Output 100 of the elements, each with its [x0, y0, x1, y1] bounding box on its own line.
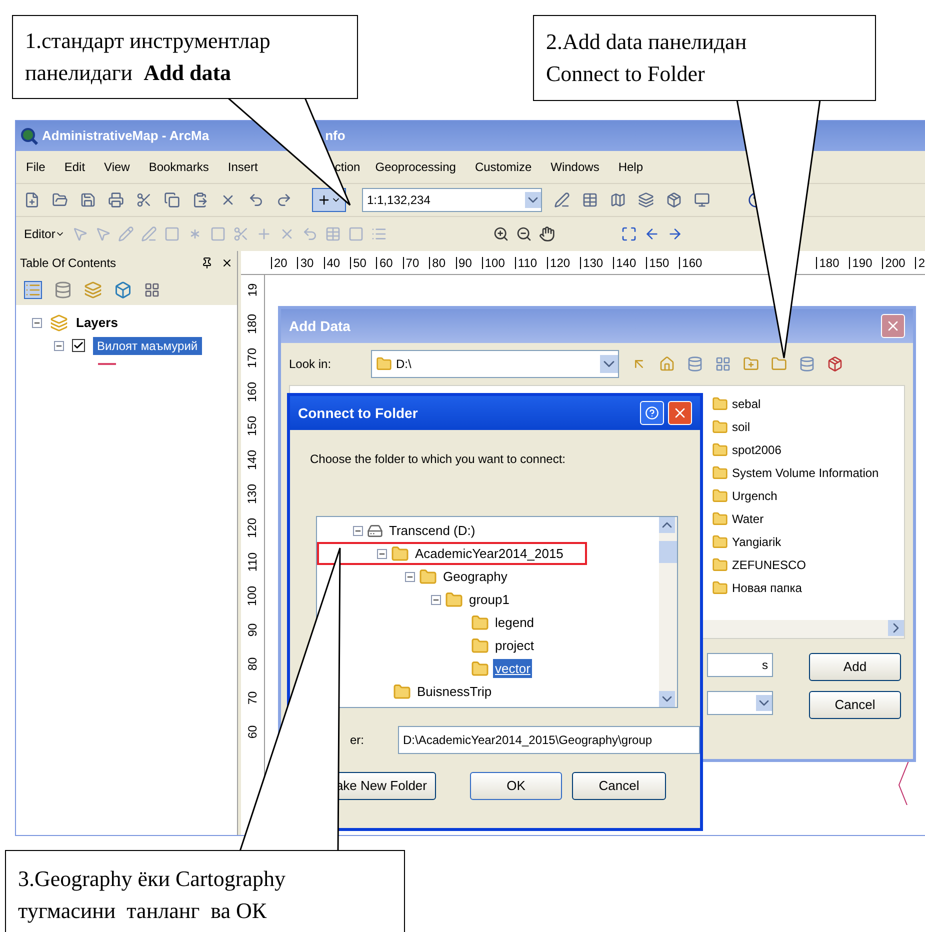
connect-folder-icon[interactable] [743, 356, 759, 372]
tree-item[interactable]: group1 [467, 590, 512, 610]
menu-item[interactable]: File [26, 158, 46, 176]
close-button[interactable] [668, 401, 692, 425]
close-icon[interactable] [221, 257, 233, 269]
dialog-button[interactable]: Cancel [572, 772, 666, 800]
table-icon[interactable] [582, 192, 598, 208]
menu-item[interactable]: Help [618, 158, 644, 176]
scissors-icon[interactable] [136, 192, 152, 208]
pin-icon[interactable] [201, 257, 213, 269]
menu-item[interactable]: Insert [228, 158, 258, 176]
menu-item[interactable]: Windows [550, 158, 600, 176]
dropdown-icon[interactable] [756, 695, 772, 711]
folder-name[interactable]: Yangiarik [732, 532, 782, 550]
dialog-button[interactable]: Cancel [809, 691, 901, 719]
layer-name[interactable]: Вилоят маъмурий [93, 336, 202, 354]
checkbox[interactable] [72, 339, 85, 352]
menu-item[interactable]: Customize [474, 158, 532, 176]
menu-item[interactable]: View [104, 158, 130, 176]
list-by-selection-icon[interactable] [114, 281, 132, 299]
menu-item[interactable]: Bookmarks [148, 158, 209, 176]
database-icon[interactable] [799, 356, 815, 372]
ruler-label: 140 [246, 449, 260, 471]
tree-item[interactable]: Layers [76, 313, 118, 332]
folder-name[interactable]: Urgench [732, 486, 778, 504]
editor-menu[interactable]: Editor [24, 225, 66, 243]
zoom-in-icon[interactable] [493, 226, 510, 242]
scroll-up-icon[interactable] [659, 517, 675, 533]
scroll-thumb[interactable] [659, 541, 677, 563]
new-document-icon[interactable] [24, 192, 40, 208]
ruler-label: 170 [246, 347, 260, 369]
dialog-title: Add Data [289, 316, 350, 336]
view-icon[interactable] [715, 356, 731, 372]
editor-icon[interactable] [554, 192, 570, 208]
ruler-label: 120 [547, 256, 570, 268]
collapse-icon[interactable] [353, 526, 363, 536]
toolbox-icon[interactable] [827, 356, 843, 372]
tree-item[interactable]: legend [493, 612, 536, 632]
ruler-label: 140 [613, 256, 636, 268]
list-by-source-icon[interactable] [54, 281, 72, 299]
dialog-button[interactable]: Add [809, 653, 901, 681]
folder-icon [712, 442, 728, 458]
dialog-button[interactable]: OK [470, 772, 562, 800]
open-folder-icon[interactable] [52, 192, 68, 208]
layers-icon[interactable] [638, 192, 654, 208]
folder-name[interactable]: System Volume Information [732, 464, 879, 482]
name-field[interactable]: s [707, 653, 773, 677]
list-by-visibility-icon[interactable] [84, 281, 102, 299]
catalog-icon[interactable] [687, 356, 703, 372]
collapse-icon[interactable] [431, 594, 441, 604]
options-icon[interactable] [144, 282, 160, 298]
look-in-field[interactable]: D:\ [371, 350, 619, 378]
menu-item[interactable]: Geoprocessing [375, 158, 456, 176]
type-field[interactable] [707, 691, 773, 715]
folder-name[interactable]: ZEFUNESCO [732, 556, 806, 574]
ruler-label: 60 [376, 256, 393, 268]
menu-item[interactable]: Edit [64, 158, 86, 176]
folder-path-field[interactable]: D:\AcademicYear2014_2015\Geography\group [398, 726, 700, 754]
home-icon[interactable] [659, 356, 675, 372]
scroll-down-icon[interactable] [659, 691, 675, 707]
dropdown-icon[interactable] [525, 192, 541, 208]
zoom-out-icon[interactable] [516, 226, 532, 242]
folder-name[interactable]: sebal [732, 394, 761, 412]
collapse-icon[interactable] [405, 572, 415, 582]
tree-item[interactable]: Transcend (D:) [387, 520, 478, 540]
dropdown-icon[interactable] [600, 355, 618, 373]
collapse-icon[interactable] [54, 340, 64, 350]
toolbox-icon[interactable] [666, 192, 682, 208]
help-button[interactable] [640, 401, 664, 425]
folder-icon [712, 464, 728, 480]
paste-icon[interactable] [192, 192, 208, 208]
folder-icon[interactable] [771, 356, 787, 372]
scale-field[interactable]: 1:1,132,234 [362, 188, 542, 212]
scroll-right-icon[interactable] [888, 620, 904, 636]
tree-item[interactable]: BuisnessTrip [415, 682, 494, 702]
folder-name[interactable]: spot2006 [732, 440, 782, 458]
redo-icon[interactable] [276, 192, 292, 208]
hand-icon[interactable] [539, 226, 556, 242]
undo-icon[interactable] [248, 192, 264, 208]
collapse-icon[interactable] [377, 548, 387, 558]
vertical-scrollbar[interactable] [659, 517, 677, 707]
tree-item[interactable]: Geography [441, 566, 510, 586]
save-icon[interactable] [80, 192, 96, 208]
copy-icon[interactable] [164, 192, 180, 208]
tree-item[interactable]: AcademicYear2014_2015 [413, 544, 566, 564]
menu-item[interactable]: ction [334, 158, 360, 176]
printer-icon[interactable] [108, 192, 124, 208]
prompt-text: Choose the folder to which you want to connect: [309, 451, 566, 468]
folder-name[interactable]: Water [732, 510, 764, 528]
close-button[interactable] [881, 314, 905, 338]
tree-item[interactable]: vector [493, 658, 532, 678]
collapse-icon[interactable] [32, 318, 42, 328]
full-extent-icon[interactable] [621, 226, 638, 242]
folder-icon [471, 660, 489, 678]
tree-item[interactable]: project [493, 636, 536, 656]
map-icon[interactable] [610, 192, 626, 208]
folder-name[interactable]: soil [732, 418, 750, 436]
list-by-drawing-icon[interactable] [24, 281, 42, 299]
folder-name[interactable]: Новая папка [732, 578, 802, 596]
window-icon[interactable] [694, 192, 710, 208]
